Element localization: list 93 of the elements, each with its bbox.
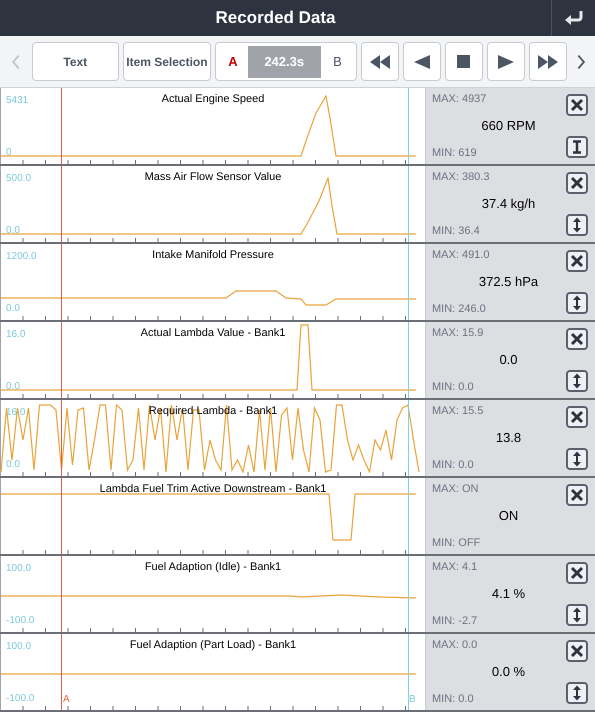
- remove-button[interactable]: [566, 484, 588, 506]
- remove-button[interactable]: [566, 562, 588, 584]
- fast-forward-button[interactable]: [528, 42, 567, 81]
- scale-button[interactable]: [566, 682, 588, 704]
- up-down-arrow-icon: [572, 295, 582, 311]
- current-value: ON: [498, 507, 518, 526]
- cursor-b-label[interactable]: B: [322, 52, 352, 72]
- close-icon: [570, 254, 584, 268]
- scale-button[interactable]: [566, 136, 588, 158]
- scale-button[interactable]: [566, 292, 588, 314]
- play-reverse-icon: [414, 54, 430, 68]
- current-value: 372.5 hPa: [478, 273, 538, 292]
- current-value: 660 RPM: [481, 117, 536, 136]
- max-value: MAX: 15.5: [432, 404, 484, 419]
- channel-title: Lambda Fuel Trim Active Downstream - Bank1: [100, 482, 326, 497]
- remove-button[interactable]: [566, 94, 588, 116]
- close-icon: [570, 488, 584, 502]
- cursor-a-label[interactable]: A: [220, 52, 246, 72]
- max-value: MAX: 4937: [432, 92, 488, 107]
- toolbar-button[interactable]: Item Selection: [122, 42, 212, 81]
- up-down-arrow-icon: [572, 451, 582, 467]
- up-down-arrow-icon: [572, 217, 582, 233]
- rewind-icon: [370, 54, 390, 68]
- min-value: MIN: 0.0: [432, 458, 475, 472]
- close-icon: [570, 566, 584, 580]
- min-value: MIN: 246.0: [432, 302, 487, 316]
- remove-button[interactable]: [566, 328, 588, 350]
- fast-forward-icon: [538, 54, 558, 68]
- max-value: MAX: 4.1: [432, 560, 478, 575]
- window-title: Recorded Data: [216, 7, 336, 30]
- play-button[interactable]: [486, 42, 525, 81]
- min-value: MIN: 36.4: [432, 224, 481, 238]
- current-value: 13.8: [496, 429, 522, 448]
- scale-button[interactable]: [566, 604, 588, 626]
- current-value: 0.0: [499, 351, 518, 370]
- axis-max-label: 100.0: [6, 562, 32, 576]
- min-value: MIN: -2.7: [432, 614, 478, 628]
- rewind-button[interactable]: [361, 42, 400, 81]
- stop-button[interactable]: [445, 42, 483, 81]
- remove-button[interactable]: [566, 172, 588, 194]
- up-down-arrow-icon: [572, 373, 582, 389]
- min-value: MIN: 619: [432, 146, 478, 160]
- axis-min-label: -100.0: [6, 692, 34, 706]
- cursor-b-marker: B: [409, 693, 416, 707]
- close-icon: [570, 176, 584, 190]
- axis-min-label: 0: [6, 146, 12, 160]
- axis-min-label: 0.0: [6, 458, 20, 472]
- scale-button[interactable]: [566, 448, 588, 470]
- max-value: MAX: ON: [432, 482, 480, 497]
- axis-max-label: 16.0: [6, 328, 26, 342]
- close-icon: [570, 410, 584, 424]
- axis-max-label: 1200.0: [6, 250, 37, 264]
- step-back-button[interactable]: [403, 42, 441, 81]
- remove-button[interactable]: [566, 406, 588, 428]
- current-value: 4.1 %: [492, 585, 526, 604]
- max-value: MAX: 0.0: [432, 638, 478, 653]
- time-display: 242.3s: [248, 46, 321, 78]
- current-value: 37.4 kg/h: [482, 195, 536, 214]
- close-icon: [570, 98, 584, 112]
- return-arrow-icon: [564, 10, 584, 26]
- toolbar-button[interactable]: Text: [32, 42, 119, 81]
- channel-title: Intake Manifold Pressure: [152, 248, 274, 263]
- channel-title: Actual Engine Speed: [162, 92, 264, 107]
- axis-min-label: 0.0: [6, 380, 20, 394]
- text-cursor-icon: [571, 140, 583, 154]
- axis-min-label: 0.0: [6, 224, 20, 238]
- axis-max-label: 100.0: [6, 640, 32, 654]
- close-icon: [570, 332, 584, 346]
- axis-min-label: 0.0: [6, 302, 20, 316]
- channel-title: Mass Air Flow Sensor Value: [144, 170, 282, 185]
- scale-button[interactable]: [566, 370, 588, 392]
- remove-button[interactable]: [566, 640, 588, 662]
- cursor-a-marker: A: [63, 693, 70, 707]
- max-value: MAX: 491.0: [432, 248, 490, 263]
- min-value: MIN: 0.0: [432, 692, 475, 706]
- scale-button[interactable]: [566, 214, 588, 236]
- stop-icon: [457, 55, 470, 68]
- axis-max-label: 500.0: [6, 172, 32, 186]
- max-value: MAX: 15.9: [432, 326, 484, 341]
- min-value: MIN: OFF: [432, 536, 482, 550]
- up-down-arrow-icon: [572, 607, 582, 623]
- axis-max-label: 5431: [6, 94, 28, 108]
- remove-button[interactable]: [566, 250, 588, 272]
- channel-title: Actual Lambda Value - Bank1: [140, 326, 286, 341]
- close-icon: [570, 644, 584, 658]
- play-icon: [498, 54, 514, 68]
- current-value: 0.0 %: [492, 663, 526, 682]
- axis-min-label: -100.0: [6, 614, 34, 628]
- min-value: MIN: 0.0: [432, 380, 475, 394]
- channel-title: Fuel Adaption (Idle) - Bank1: [144, 560, 282, 575]
- up-down-arrow-icon: [572, 685, 582, 701]
- max-value: MAX: 380.3: [432, 170, 490, 185]
- channel-title: Fuel Adaption (Part Load) - Bank1: [130, 638, 296, 653]
